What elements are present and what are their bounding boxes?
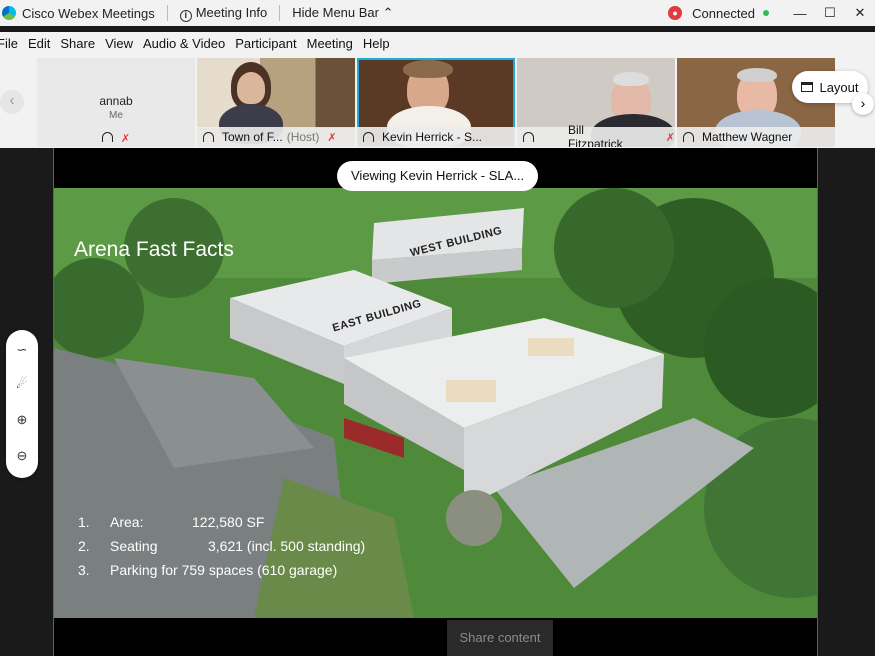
divider	[279, 5, 281, 21]
host-badge: (Host)	[286, 130, 320, 144]
shared-screen: Arena Fast Facts WEST BUILDING EAST BUIL…	[53, 148, 818, 656]
headset-icon	[101, 132, 113, 142]
share-content-button[interactable]: Share content	[447, 620, 553, 656]
participant-tile[interactable]: Town of F... (Host) ✗	[197, 58, 355, 147]
chevron-up-icon: ⌃	[382, 5, 394, 20]
pointer-icon[interactable]: ☄	[6, 376, 38, 392]
mic-muted-icon: ✗	[120, 133, 131, 145]
list-item: 1. Area: 122,580 SF	[78, 514, 265, 530]
info-icon: i	[179, 9, 192, 22]
list-item: 3. Parking for 759 spaces (610 garage)	[78, 562, 338, 578]
next-participants-button[interactable]: ›	[852, 93, 874, 115]
list-item: 2. Seating 3,621 (incl. 500 standing)	[78, 538, 366, 554]
close-button[interactable]: ✕	[845, 5, 875, 21]
participant-name: Bill Fitzpatrick	[567, 123, 623, 147]
menu-view[interactable]: View	[105, 36, 133, 51]
participant-tile-self[interactable]: annab Me ✗	[37, 58, 195, 147]
menu-share[interactable]: Share	[60, 36, 95, 51]
slide-title: Arena Fast Facts	[74, 238, 234, 261]
participant-tile-active-speaker[interactable]: Kevin Herrick - S...	[357, 58, 515, 147]
webex-logo-icon	[2, 6, 16, 20]
menu-help[interactable]: Help	[363, 36, 390, 51]
mic-muted-icon: ✗	[665, 131, 675, 144]
layout-icon	[801, 82, 814, 92]
participant-strip: ‹ annab Me ✗ Town of F... (Host) ✗ Kevin H…	[0, 54, 875, 148]
shared-content-stage: Arena Fast Facts WEST BUILDING EAST BUIL…	[0, 148, 875, 656]
zoom-in-icon[interactable]: ⊕	[6, 412, 38, 428]
headset-icon	[363, 132, 374, 142]
menu-meeting[interactable]: Meeting	[307, 36, 353, 51]
menu-participant[interactable]: Participant	[235, 36, 296, 51]
headset-icon	[683, 132, 694, 142]
meeting-info-button[interactable]: i Meeting Info	[179, 4, 268, 22]
headset-icon	[523, 132, 534, 142]
annotation-zoom-toolbar: ∽ ☄ ⊕ ⊖	[6, 330, 38, 478]
annotate-pen-icon[interactable]: ∽	[6, 342, 38, 358]
app-title: Cisco Webex Meetings	[22, 5, 155, 21]
mic-muted-icon: ✗	[327, 131, 337, 144]
menu-edit[interactable]: Edit	[28, 36, 50, 51]
presentation-slide: Arena Fast Facts WEST BUILDING EAST BUIL…	[54, 188, 817, 618]
layout-label: Layout	[819, 79, 859, 95]
maximize-button[interactable]: ☐	[815, 5, 845, 21]
prev-participants-button[interactable]: ‹	[0, 90, 24, 114]
participant-tile[interactable]: Bill Fitzpatrick ✗	[517, 58, 675, 147]
menu-audio-video[interactable]: Audio & Video	[143, 36, 225, 51]
headset-icon	[203, 132, 214, 142]
participant-name: annab	[99, 94, 133, 108]
participant-sub: Me	[109, 110, 123, 121]
menu-file[interactable]: File	[0, 36, 18, 51]
viewing-share-banner: Viewing Kevin Herrick - SLA...	[337, 161, 539, 191]
participant-name: Matthew Wagner	[702, 130, 793, 144]
divider	[166, 5, 168, 21]
menu-bar: File Edit Share View Audio & Video Parti…	[0, 32, 875, 54]
fast-facts-list: 1. Area: 122,580 SF 2. Seating 3,621 (incl. …	[78, 510, 365, 582]
title-bar: Cisco Webex Meetings i Meeting Info Hide …	[0, 0, 875, 26]
participant-name: Town of F...	[222, 130, 283, 144]
meeting-info-label: Meeting Info	[195, 4, 268, 20]
hide-menu-bar-button[interactable]: Hide Menu Bar ⌃	[292, 5, 393, 21]
zoom-out-icon[interactable]: ⊖	[6, 448, 38, 464]
minimize-button[interactable]: —	[785, 6, 815, 21]
connection-icon[interactable]: ●	[668, 6, 683, 20]
connection-status: Connected	[692, 5, 755, 21]
connected-dot-icon	[763, 10, 769, 16]
hide-menu-label: Hide Menu Bar	[292, 5, 379, 20]
participant-name: Kevin Herrick - S...	[382, 130, 483, 144]
